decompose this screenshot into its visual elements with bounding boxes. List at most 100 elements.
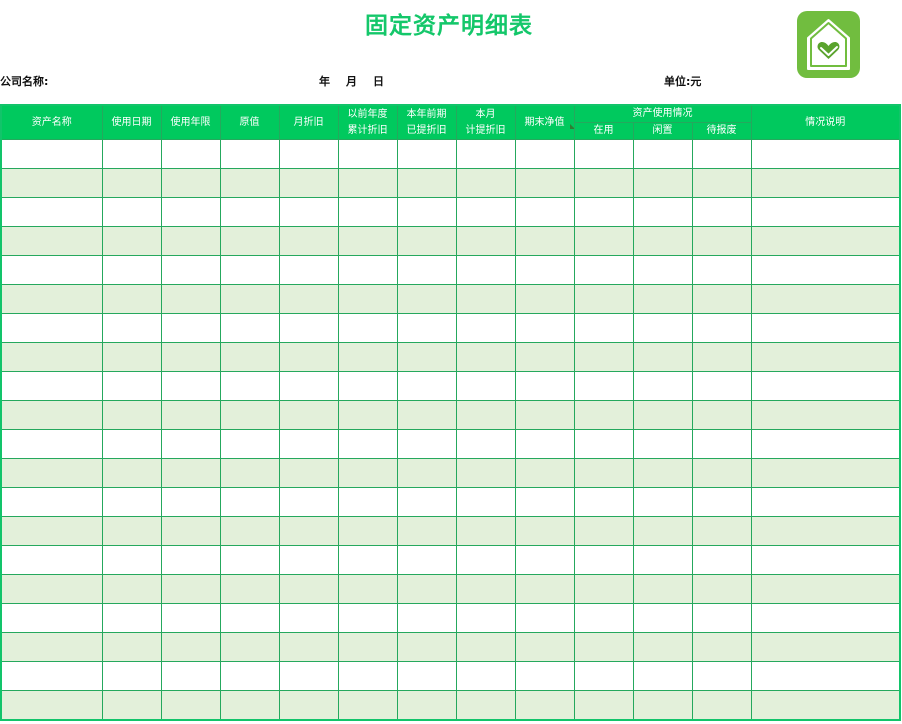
- table-cell[interactable]: [396, 342, 457, 372]
- table-cell[interactable]: [219, 516, 280, 546]
- table-cell[interactable]: [396, 197, 457, 227]
- table-cell[interactable]: [514, 168, 575, 198]
- table-cell[interactable]: [160, 603, 221, 633]
- table-cell[interactable]: [396, 574, 457, 604]
- table-cell[interactable]: [691, 661, 752, 691]
- table-cell[interactable]: [632, 139, 693, 169]
- table-cell[interactable]: [573, 574, 634, 604]
- table-cell[interactable]: [160, 574, 221, 604]
- table-cell[interactable]: [219, 458, 280, 488]
- table-cell[interactable]: [750, 632, 901, 662]
- table-cell[interactable]: [278, 139, 339, 169]
- table-cell[interactable]: [101, 632, 162, 662]
- table-cell[interactable]: [219, 429, 280, 459]
- table-cell[interactable]: [455, 603, 516, 633]
- table-cell[interactable]: [0, 487, 103, 517]
- table-cell[interactable]: [101, 371, 162, 401]
- table-cell[interactable]: [750, 516, 901, 546]
- table-cell[interactable]: [0, 661, 103, 691]
- table-cell[interactable]: [632, 226, 693, 256]
- table-cell[interactable]: [337, 661, 398, 691]
- table-cell[interactable]: [337, 603, 398, 633]
- table-cell[interactable]: [278, 313, 339, 343]
- table-cell[interactable]: [455, 516, 516, 546]
- table-cell[interactable]: [514, 313, 575, 343]
- table-cell[interactable]: [396, 632, 457, 662]
- table-cell[interactable]: [396, 603, 457, 633]
- table-cell[interactable]: [160, 545, 221, 575]
- table-cell[interactable]: [0, 574, 103, 604]
- table-cell[interactable]: [278, 429, 339, 459]
- table-cell[interactable]: [750, 458, 901, 488]
- table-cell[interactable]: [337, 197, 398, 227]
- table-cell[interactable]: [691, 284, 752, 314]
- table-cell[interactable]: [455, 371, 516, 401]
- table-cell[interactable]: [101, 313, 162, 343]
- table-cell[interactable]: [337, 255, 398, 285]
- table-cell[interactable]: [691, 458, 752, 488]
- table-cell[interactable]: [219, 197, 280, 227]
- table-cell[interactable]: [514, 632, 575, 662]
- table-cell[interactable]: [632, 603, 693, 633]
- table-cell[interactable]: [632, 690, 693, 720]
- table-cell[interactable]: [396, 400, 457, 430]
- table-cell[interactable]: [160, 197, 221, 227]
- table-cell[interactable]: [396, 371, 457, 401]
- table-cell[interactable]: [0, 429, 103, 459]
- table-cell[interactable]: [514, 429, 575, 459]
- table-cell[interactable]: [691, 371, 752, 401]
- table-cell[interactable]: [691, 632, 752, 662]
- table-cell[interactable]: [750, 342, 901, 372]
- table-cell[interactable]: [101, 342, 162, 372]
- table-cell[interactable]: [691, 516, 752, 546]
- table-cell[interactable]: [396, 545, 457, 575]
- table-cell[interactable]: [278, 168, 339, 198]
- table-cell[interactable]: [160, 661, 221, 691]
- table-cell[interactable]: [632, 632, 693, 662]
- table-cell[interactable]: [160, 226, 221, 256]
- table-cell[interactable]: [632, 168, 693, 198]
- table-cell[interactable]: [219, 574, 280, 604]
- table-cell[interactable]: [632, 342, 693, 372]
- table-cell[interactable]: [573, 139, 634, 169]
- table-cell[interactable]: [750, 661, 901, 691]
- table-cell[interactable]: [514, 458, 575, 488]
- table-cell[interactable]: [455, 545, 516, 575]
- table-cell[interactable]: [514, 197, 575, 227]
- table-cell[interactable]: [160, 516, 221, 546]
- table-cell[interactable]: [455, 168, 516, 198]
- table-cell[interactable]: [337, 371, 398, 401]
- table-cell[interactable]: [750, 313, 901, 343]
- table-cell[interactable]: [0, 226, 103, 256]
- table-cell[interactable]: [337, 545, 398, 575]
- table-cell[interactable]: [0, 516, 103, 546]
- table-cell[interactable]: [337, 516, 398, 546]
- table-cell[interactable]: [691, 574, 752, 604]
- table-cell[interactable]: [0, 255, 103, 285]
- table-cell[interactable]: [455, 690, 516, 720]
- table-cell[interactable]: [219, 255, 280, 285]
- table-cell[interactable]: [337, 139, 398, 169]
- table-cell[interactable]: [455, 342, 516, 372]
- table-cell[interactable]: [514, 603, 575, 633]
- table-cell[interactable]: [278, 545, 339, 575]
- table-cell[interactable]: [632, 400, 693, 430]
- table-cell[interactable]: [573, 661, 634, 691]
- table-cell[interactable]: [691, 168, 752, 198]
- table-cell[interactable]: [691, 313, 752, 343]
- table-cell[interactable]: [750, 284, 901, 314]
- table-cell[interactable]: [160, 342, 221, 372]
- table-cell[interactable]: [691, 255, 752, 285]
- table-cell[interactable]: [573, 197, 634, 227]
- table-cell[interactable]: [691, 690, 752, 720]
- table-cell[interactable]: [101, 400, 162, 430]
- table-cell[interactable]: [632, 545, 693, 575]
- table-cell[interactable]: [396, 284, 457, 314]
- table-cell[interactable]: [691, 487, 752, 517]
- table-cell[interactable]: [455, 197, 516, 227]
- table-cell[interactable]: [337, 574, 398, 604]
- table-cell[interactable]: [0, 545, 103, 575]
- table-cell[interactable]: [514, 487, 575, 517]
- table-cell[interactable]: [160, 487, 221, 517]
- table-cell[interactable]: [337, 168, 398, 198]
